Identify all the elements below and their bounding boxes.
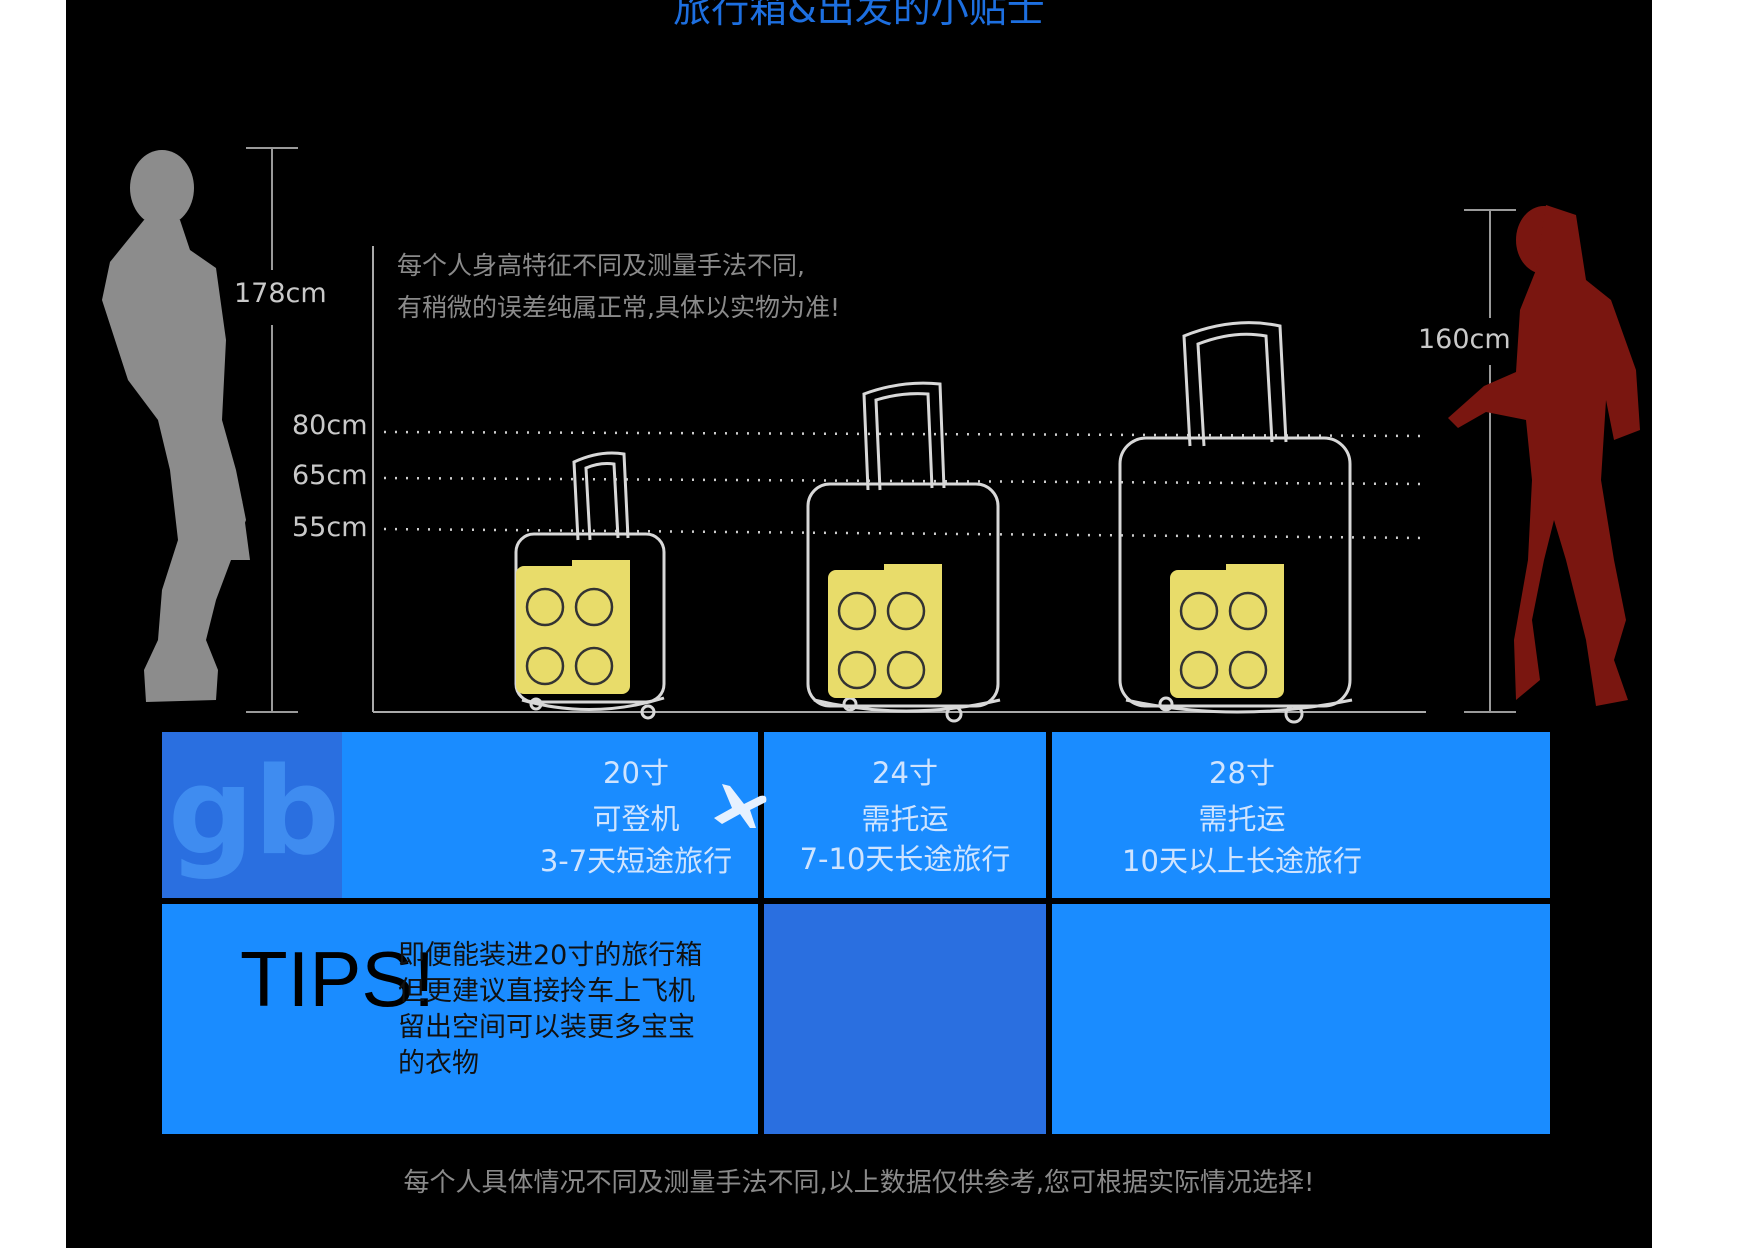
empty-cell-middle [764,904,1046,1134]
footer-note: 每个人具体情况不同及测量手法不同,以上数据仅供参考,您可根据实际情况选择! [403,1168,1315,1198]
airplane-icon [714,784,767,828]
male-height-bar [246,147,298,713]
suitcase-20 [514,451,666,720]
tips-line-1: 即便能装进20寸的旅行箱 [398,940,703,971]
tips-line-3: 留出空间可以装更多宝宝 [398,1012,695,1043]
tips-line-2: 但更建议直接拎车上飞机 [398,976,695,1007]
logo: gb [168,743,340,882]
tips-body: 即便能装进20寸的旅行箱 但更建议直接拎车上飞机 留出空间可以装更多宝宝 的衣物 [398,938,738,1082]
logo-block: gb [162,732,342,898]
female-height-bar [1464,209,1516,713]
suitcase-28-size: 28寸 [1209,756,1275,790]
line-label-55: 55cm [292,512,368,543]
female-silhouette [1448,205,1640,706]
suitcase-20-trip: 3-7天短途旅行 [539,844,733,878]
disclaimer-line-2: 有稍微的误差纯属正常,具体以实物为准! [397,293,840,322]
suitcase-24-note: 需托运 [861,802,949,836]
size-guide-panel: 旅行箱&出发的小贴士 每个人身高特征不同及测量手法不同, 有稍微的误差纯属正常,… [66,0,1652,1248]
tips-line-4: 的衣物 [398,1048,479,1079]
suitcase-24-size: 24寸 [872,756,938,790]
suitcase-28-note: 需托运 [1198,802,1286,836]
female-height-label: 160cm [1418,324,1511,355]
male-silhouette [102,150,250,702]
male-height-label: 178cm [234,278,327,309]
suitcase-24-trip: 7-10天长途旅行 [799,842,1011,876]
suitcase-28 [1118,321,1353,724]
empty-cell-right [1052,904,1550,1134]
suitcase-28-trip: 10天以上长途旅行 [1122,844,1362,878]
line-label-65: 65cm [292,460,368,491]
disclaimer-line-1: 每个人身高特征不同及测量手法不同, [397,251,805,280]
line-label-80: 80cm [292,410,368,441]
